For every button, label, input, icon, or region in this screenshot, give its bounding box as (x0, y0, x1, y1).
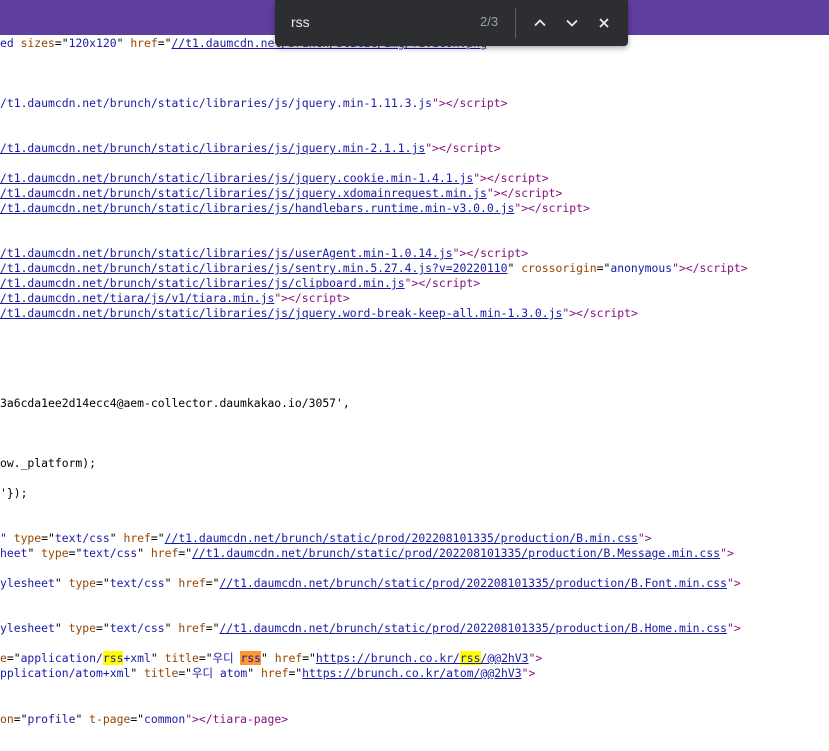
source-link[interactable]: /t1.daumcdn.net/tiara/js/v1/tiara.min.js (0, 291, 274, 305)
find-input[interactable] (291, 13, 471, 31)
source-line: /t1.daumcdn.net/brunch/static/libraries/… (0, 306, 638, 320)
source-line: /t1.daumcdn.net/brunch/static/libraries/… (0, 246, 529, 260)
source-link[interactable]: https://brunch.co.kr/atom/@@2hV3 (302, 666, 521, 680)
source-line: 3a6cda1ee2d14ecc4@aem-collector.daumkaka… (0, 396, 350, 410)
source-line: ylesheet" type="text/css" href="//t1.dau… (0, 576, 741, 590)
source-line: /t1.daumcdn.net/tiara/js/v1/tiara.min.js… (0, 291, 350, 305)
source-link[interactable]: /t1.daumcdn.net/brunch/static/libraries/… (0, 246, 453, 260)
find-next-button[interactable] (560, 11, 584, 35)
source-link[interactable]: /t1.daumcdn.net/brunch/static/libraries/… (0, 201, 514, 215)
source-line: /t1.daumcdn.net/brunch/static/libraries/… (0, 276, 481, 290)
source-line: /t1.daumcdn.net/brunch/static/libraries/… (0, 171, 549, 185)
find-previous-button[interactable] (528, 11, 552, 35)
source-line: /t1.daumcdn.net/brunch/static/libraries/… (0, 186, 563, 200)
source-line: e="application/rss+xml" title="우디 rss" h… (0, 651, 543, 665)
source-link[interactable]: //t1.daumcdn.net/brunch/static/prod/2022… (192, 546, 720, 560)
source-link[interactable]: /t1.daumcdn.net/brunch/static/libraries/… (0, 186, 487, 200)
search-match: rss (102, 651, 124, 665)
source-line: /t1.daumcdn.net/brunch/static/libraries/… (0, 141, 501, 155)
chevron-down-icon (566, 19, 578, 27)
close-icon (599, 18, 609, 28)
source-link[interactable]: https://brunch.co.kr/ (316, 651, 460, 665)
find-close-button[interactable] (592, 11, 616, 35)
source-line: /t1.daumcdn.net/brunch/static/libraries/… (0, 261, 748, 275)
source-line: " type="text/css" href="//t1.daumcdn.net… (0, 531, 652, 545)
source-link[interactable]: //t1.daumcdn.net/brunch/static/prod/2022… (220, 576, 727, 590)
source-link[interactable]: /@@2hV3 (481, 651, 529, 665)
search-match-current: rss (240, 651, 262, 665)
source-line: /t1.daumcdn.net/brunch/static/libraries/… (0, 201, 590, 215)
source-link[interactable]: /t1.daumcdn.net/brunch/static/libraries/… (0, 306, 562, 320)
chevron-up-icon (534, 19, 546, 27)
source-line: ow._platform); (0, 456, 97, 470)
source-link[interactable]: //t1.daumcdn.net/brunch/static/prod/2022… (220, 621, 727, 635)
search-match[interactable]: rss (459, 651, 481, 665)
source-line: '}); (0, 486, 28, 500)
source-link[interactable]: /t1.daumcdn.net/brunch/static/libraries/… (0, 261, 507, 275)
find-bar: 2/3 (275, 0, 628, 46)
source-link[interactable]: //t1.daumcdn.net/brunch/static/prod/2022… (165, 531, 638, 545)
source-line: on="profile" t-page="common"></tiara-pag… (0, 712, 289, 726)
source-line: heet" type="text/css" href="//t1.daumcdn… (0, 546, 734, 560)
source-line: /t1.daumcdn.net/brunch/static/libraries/… (0, 96, 508, 110)
find-match-count: 2/3 (480, 14, 499, 29)
source-link[interactable]: /t1.daumcdn.net/brunch/static/libraries/… (0, 276, 405, 290)
source-link[interactable]: /t1.daumcdn.net/brunch/static/libraries/… (0, 141, 425, 155)
source-line: ylesheet" type="text/css" href="//t1.dau… (0, 621, 741, 635)
source-link[interactable]: /t1.daumcdn.net/brunch/static/libraries/… (0, 171, 473, 185)
find-divider (515, 8, 516, 38)
source-line: pplication/atom+xml" title="우디 atom" hre… (0, 666, 536, 680)
